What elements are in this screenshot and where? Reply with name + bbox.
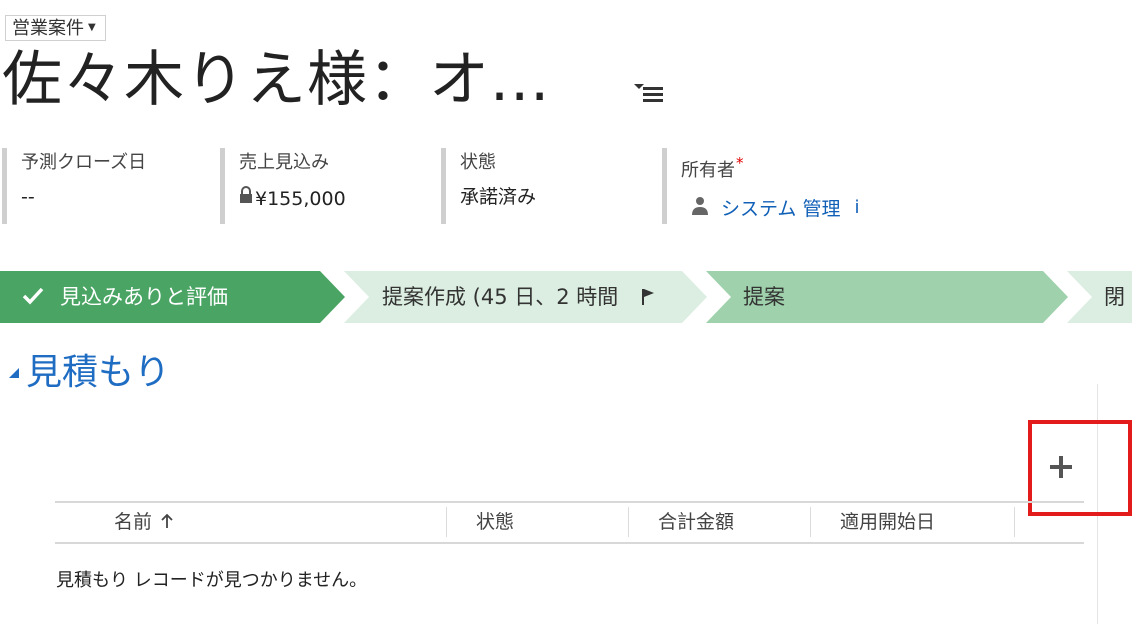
grid-top-border (55, 501, 1084, 503)
header-field-status[interactable]: 状態 承諾済み (441, 148, 651, 224)
field-label: 予測クローズ日 (21, 152, 147, 173)
field-label: 状態 (460, 152, 496, 173)
field-value: 承諾済み (460, 186, 537, 208)
entity-selector-label: 営業案件 (12, 18, 84, 39)
stage-qualify[interactable]: 見込みありと評価 (0, 271, 345, 323)
stage-propose[interactable]: 提案 (706, 271, 1068, 323)
column-separator (628, 507, 629, 537)
empty-grid-message: 見積もり レコードが見つかりません。 (56, 570, 368, 591)
column-header-effective-from[interactable]: 適用開始日 (840, 505, 935, 539)
user-icon (691, 196, 709, 220)
header-field-estimated-close-date[interactable]: 予測クローズ日 -- (2, 148, 212, 224)
field-value: ¥155,000 (255, 188, 346, 210)
entity-selector[interactable]: 営業案件 ▼ (5, 15, 106, 41)
lock-icon (239, 186, 253, 209)
quotes-section-header[interactable]: 見積もり (8, 350, 170, 396)
divider (1097, 384, 1098, 624)
record-title: 佐々木りえ様：オ... (2, 45, 551, 115)
stage-label: 提案作成 (45 日、2 時間 (382, 285, 619, 309)
business-process-bar: 見込みありと評価 提案作成 (45 日、2 時間 提案 閉 (0, 271, 1132, 323)
add-quote-button[interactable] (1042, 448, 1080, 486)
grid-header-bottom-border (55, 542, 1084, 544)
required-asterisk: * (736, 154, 744, 172)
column-header-label: 合計金額 (658, 511, 735, 533)
owner-link[interactable]: システム 管理 (721, 194, 840, 221)
stage-label: 見込みありと評価 (60, 285, 228, 309)
stage-develop[interactable]: 提案作成 (45 日、2 時間 (344, 271, 707, 323)
field-label: 売上見込み (239, 152, 329, 173)
column-separator (446, 507, 447, 537)
stage-label: 提案 (743, 285, 785, 309)
title-menu-icon[interactable] (632, 78, 666, 104)
column-header-name[interactable]: 名前 (114, 505, 174, 539)
column-header-status[interactable]: 状態 (476, 505, 514, 539)
caret-down-icon: ▼ (88, 22, 96, 33)
header-field-owner[interactable]: 所有者* システム 管理 i (662, 148, 912, 224)
arrow-up-icon (160, 506, 174, 540)
section-title: 見積もり (26, 352, 171, 393)
stage-label: 閉 (1104, 285, 1125, 309)
column-header-label: 適用開始日 (840, 511, 936, 533)
stage-close[interactable]: 閉 (1067, 271, 1132, 323)
column-header-total-amount[interactable]: 合計金額 (658, 505, 734, 539)
header-field-estimated-revenue[interactable]: 売上見込み ¥155,000 (220, 148, 430, 224)
plus-icon (1042, 456, 1080, 490)
column-separator (1014, 507, 1015, 537)
collapse-triangle-icon (8, 364, 20, 383)
info-icon[interactable]: i (854, 197, 859, 218)
column-header-label: 状態 (476, 511, 515, 533)
column-separator (810, 507, 811, 537)
field-label: 所有者 (681, 160, 735, 181)
column-header-label: 名前 (114, 511, 153, 533)
field-value: -- (21, 186, 35, 208)
